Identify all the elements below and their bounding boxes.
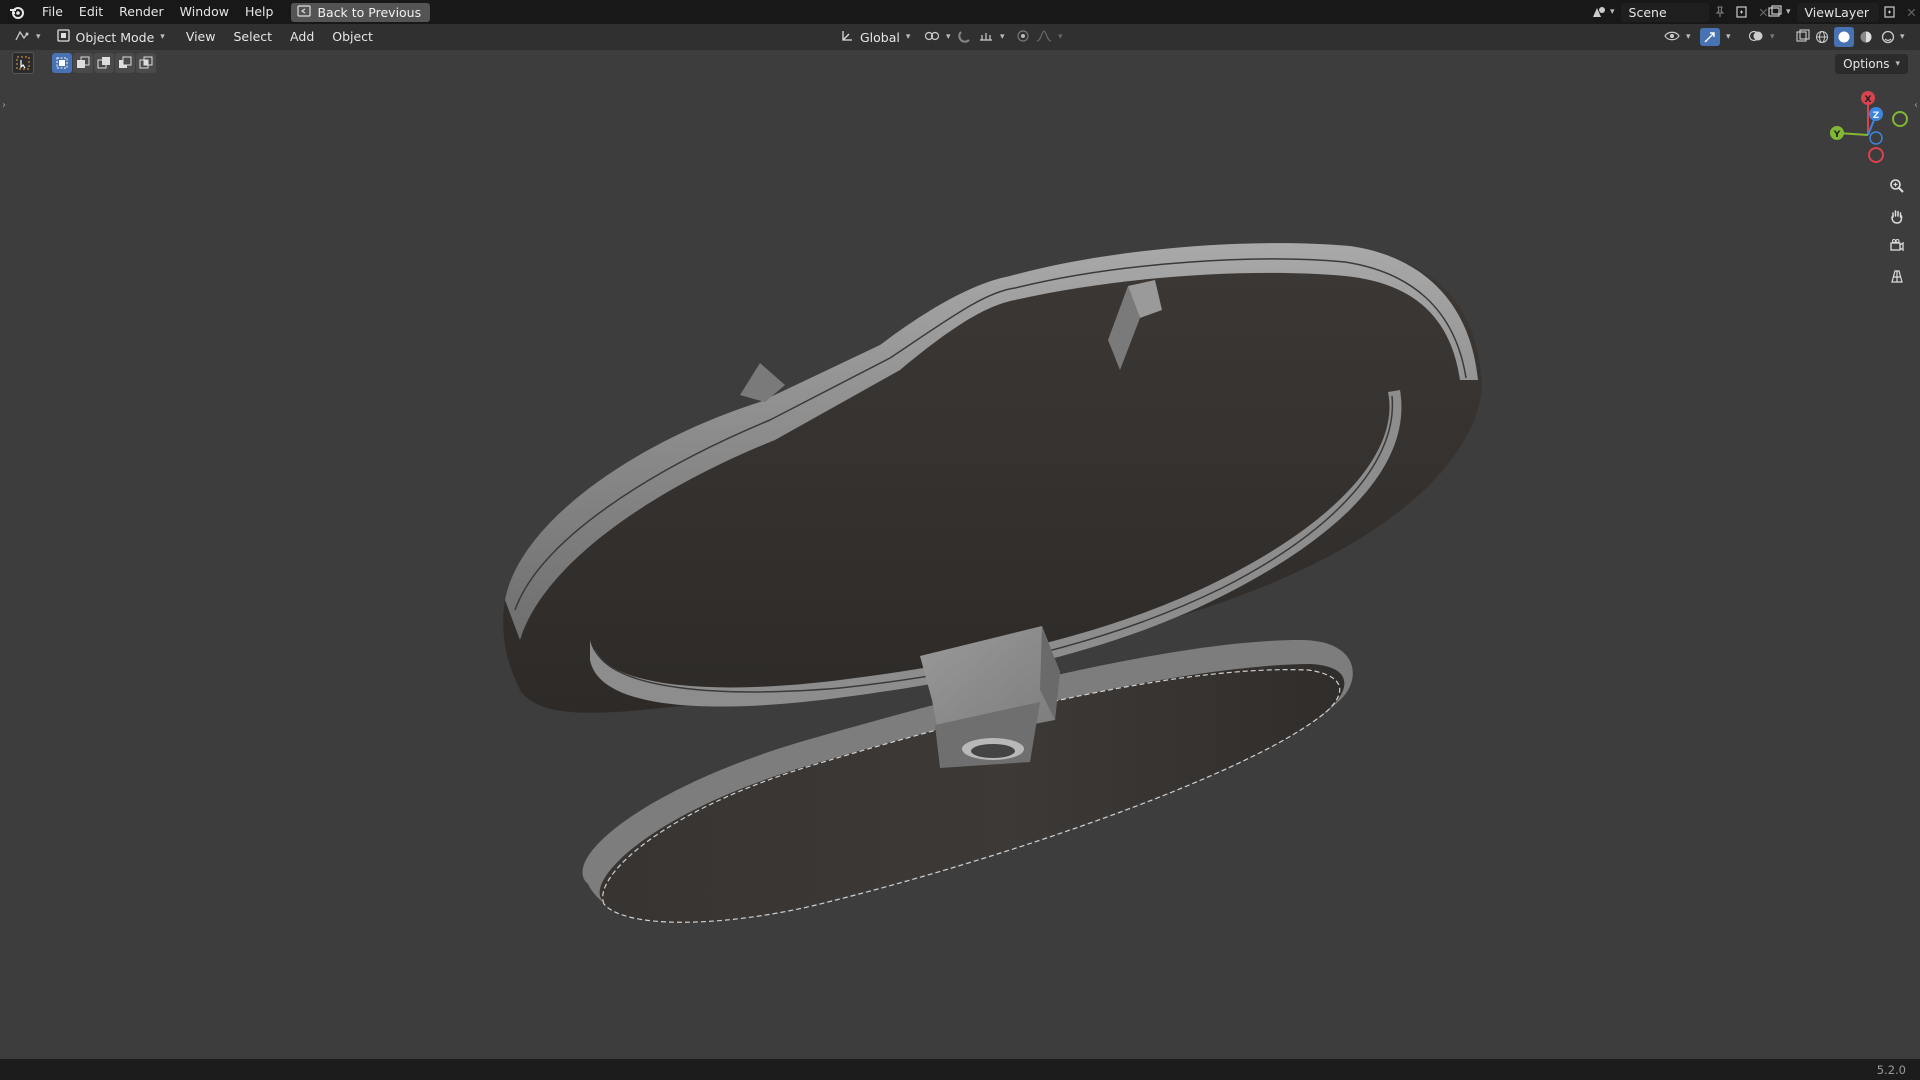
zoom-icon[interactable]: [1884, 174, 1910, 198]
viewlayer-chevron-icon[interactable]: ▾: [1786, 7, 1791, 17]
options-dropdown[interactable]: Options ▾: [1835, 54, 1908, 74]
gizmo-z-label: Z: [1873, 111, 1880, 121]
subtract-selection-icon[interactable]: [94, 53, 114, 73]
snap-increment-icon: [978, 29, 994, 46]
selection-mode-group: [52, 53, 156, 73]
falloff-curve-icon: [1036, 29, 1052, 46]
back-to-previous-button[interactable]: Back to Previous: [291, 2, 431, 22]
overlay-icon: [1748, 29, 1764, 46]
scene-icon[interactable]: [1588, 2, 1610, 22]
menu-view[interactable]: View: [177, 24, 225, 50]
transform-orientation-dropdown[interactable]: Global ▾: [834, 27, 916, 47]
material-shading-icon[interactable]: [1856, 27, 1876, 47]
menu-object[interactable]: Object: [323, 24, 382, 50]
scene-chevron-icon[interactable]: ▾: [1610, 7, 1615, 17]
gizmo-toggle[interactable]: ▾: [1694, 27, 1737, 47]
camera-view-icon[interactable]: [1884, 234, 1910, 258]
handcuff-bracelet-model: [503, 243, 1482, 923]
gizmo-x-label: X: [1865, 95, 1872, 105]
intersect-selection-icon[interactable]: [136, 53, 156, 73]
object-mode-dropdown[interactable]: Object Mode ▾: [51, 27, 171, 47]
pin-scene-icon[interactable]: [1709, 2, 1731, 22]
navigation-gizmo[interactable]: X Z Y: [1820, 85, 1920, 165]
top-menu-bar: File Edit Render Window Help Back to Pre…: [0, 0, 1920, 24]
invert-selection-icon[interactable]: [115, 53, 135, 73]
menu-file[interactable]: File: [34, 0, 71, 24]
back-icon: [297, 4, 312, 20]
rendered-shading-icon[interactable]: [1878, 27, 1898, 47]
editor-type-dropdown[interactable]: ▾: [8, 27, 47, 47]
viewport-header: ▾ Object Mode ▾ View Select Add Object G…: [0, 24, 1920, 50]
visibility-dropdown[interactable]: ▾: [1658, 27, 1697, 47]
set-selection-icon[interactable]: [52, 53, 72, 73]
close-viewlayer-icon[interactable]: ✕: [1901, 2, 1920, 22]
gizmo-neg-y-axis[interactable]: [1892, 111, 1908, 127]
extend-selection-icon[interactable]: [73, 53, 93, 73]
options-label: Options: [1843, 57, 1890, 71]
menu-render[interactable]: Render: [111, 0, 172, 24]
menu-add[interactable]: Add: [281, 24, 323, 50]
back-label: Back to Previous: [317, 4, 422, 20]
scene-name: Scene: [1628, 4, 1667, 20]
viewlayer-name-field[interactable]: ViewLayer: [1796, 2, 1879, 22]
menu-select[interactable]: Select: [224, 24, 281, 50]
wireframe-shading-icon[interactable]: [1812, 27, 1832, 47]
editor-type-icon: [14, 29, 30, 46]
pivot-point-icon: [924, 29, 940, 46]
gizmo-neg-z-axis[interactable]: [1869, 131, 1883, 145]
scene-name-field[interactable]: Scene: [1620, 2, 1709, 22]
xray-icon: [1796, 28, 1810, 46]
menu-edit[interactable]: Edit: [71, 0, 111, 24]
orientation-label: Global: [860, 29, 900, 45]
ortho-grid-icon[interactable]: [1884, 264, 1910, 288]
viewlayer-name: ViewLayer: [1804, 4, 1870, 20]
status-bar: 5.2.0: [0, 1059, 1920, 1080]
new-viewlayer-icon[interactable]: [1879, 2, 1901, 22]
proportional-edit-icon: [1016, 29, 1030, 46]
snap-target-dropdown[interactable]: ▾: [972, 27, 1011, 47]
left-panel-toggle-icon[interactable]: ›: [2, 100, 6, 111]
menu-window[interactable]: Window: [172, 0, 237, 24]
blender-version: 5.2.0: [1876, 1062, 1906, 1077]
transform-orientation-icon: [840, 29, 854, 46]
gizmo-y-label: Y: [1833, 130, 1841, 140]
blender-logo[interactable]: [0, 0, 34, 24]
viewlayer-selector: ▾ ViewLayer ✕: [1764, 2, 1920, 22]
new-scene-icon[interactable]: [1731, 2, 1753, 22]
gizmo-neg-x-axis[interactable]: [1868, 147, 1884, 163]
proportional-falloff-dropdown[interactable]: ▾: [1030, 27, 1069, 47]
shading-mode-group: ▾: [1812, 27, 1905, 47]
solid-shading-icon[interactable]: [1834, 27, 1854, 47]
object-mode-label: Object Mode: [75, 29, 155, 45]
3d-viewport[interactable]: › ‹: [0, 50, 1920, 1059]
gizmo-icon: [1700, 28, 1720, 46]
hand-pan-icon[interactable]: [1884, 204, 1910, 228]
viewlayer-icon[interactable]: [1764, 2, 1786, 22]
visibility-icon: [1664, 29, 1680, 46]
viewport-navigation-tools: [1884, 174, 1910, 288]
object-mode-icon: [56, 29, 70, 45]
pivot-point-dropdown[interactable]: ▾: [918, 27, 957, 47]
menu-help[interactable]: Help: [237, 0, 282, 24]
select-box-icon[interactable]: [12, 52, 34, 74]
snap-icon: [958, 29, 972, 46]
overlay-toggle[interactable]: ▾: [1742, 27, 1781, 47]
scene-selector: ▾ Scene ✕: [1588, 2, 1775, 22]
shading-options-chevron-icon[interactable]: ▾: [1900, 32, 1905, 42]
tool-settings-row: [12, 52, 156, 74]
